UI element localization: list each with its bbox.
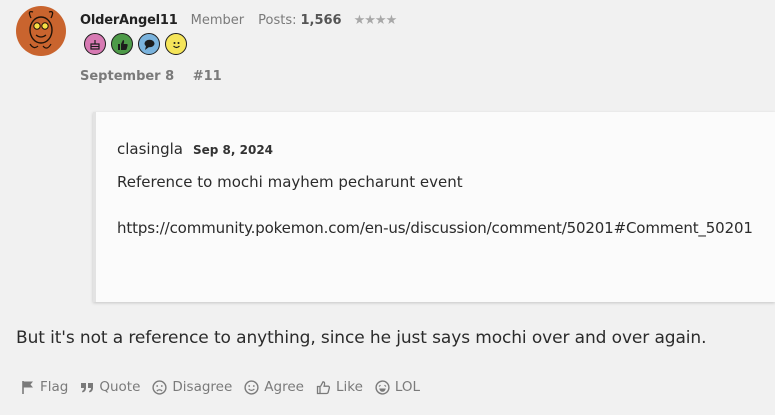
quote-block: clasingla Sep 8, 2024 Reference to mochi… [93,112,775,302]
quote-header: clasingla Sep 8, 2024 [117,140,273,158]
like-label: Like [335,379,363,395]
posts-count: 1,566 [300,12,342,28]
author-name[interactable]: OlderAngel11 [80,13,178,28]
quote-link[interactable]: https://community.pokemon.com/en-us/disc… [117,219,753,237]
agree-button[interactable]: Agree [244,379,304,395]
like-button[interactable]: Like [316,379,363,395]
disagree-label: Disagree [172,379,233,395]
frown-icon [152,379,168,395]
author-avatar[interactable] [16,6,66,56]
reaction-bar: Flag Quote Disagree Agree Like LOL [21,379,432,395]
birthday-cake-icon[interactable] [84,33,106,55]
flag-button[interactable]: Flag [21,379,68,395]
flag-icon [22,381,33,394]
lol-button[interactable]: LOL [375,379,420,395]
quote-username[interactable]: clasingla [117,140,183,158]
smile-icon [244,379,259,395]
post-body: But it's not a reference to anything, si… [16,328,707,348]
speech-bubble-icon[interactable] [138,33,160,55]
quote-icon [81,383,94,393]
author-role: Member [190,12,245,28]
thumbs-up-icon[interactable] [111,33,133,55]
quote-date[interactable]: Sep 8, 2024 [193,143,273,157]
lol-label: LOL [394,379,421,395]
agree-label: Agree [264,379,304,395]
post-date[interactable]: September 8 [80,69,174,84]
thumbs-up-outline-icon [316,380,331,394]
laugh-icon [375,379,390,395]
badge-row [84,33,187,55]
posts-label: Posts: [258,12,297,28]
smiley-icon[interactable] [165,33,187,55]
quote-text: Reference to mochi mayhem pecharunt even… [117,173,463,191]
quote-button[interactable]: Quote [80,379,140,395]
post-meta: September 8 #11 [80,69,222,84]
quote-label: Quote [99,379,141,395]
flag-label: Flag [40,379,69,395]
post-number[interactable]: #11 [193,69,222,84]
rank-stars: ★★★★ [353,12,398,28]
disagree-button[interactable]: Disagree [152,379,232,395]
author-info: OlderAngel11 Member Posts: 1,566 ★★★★ [80,10,398,30]
